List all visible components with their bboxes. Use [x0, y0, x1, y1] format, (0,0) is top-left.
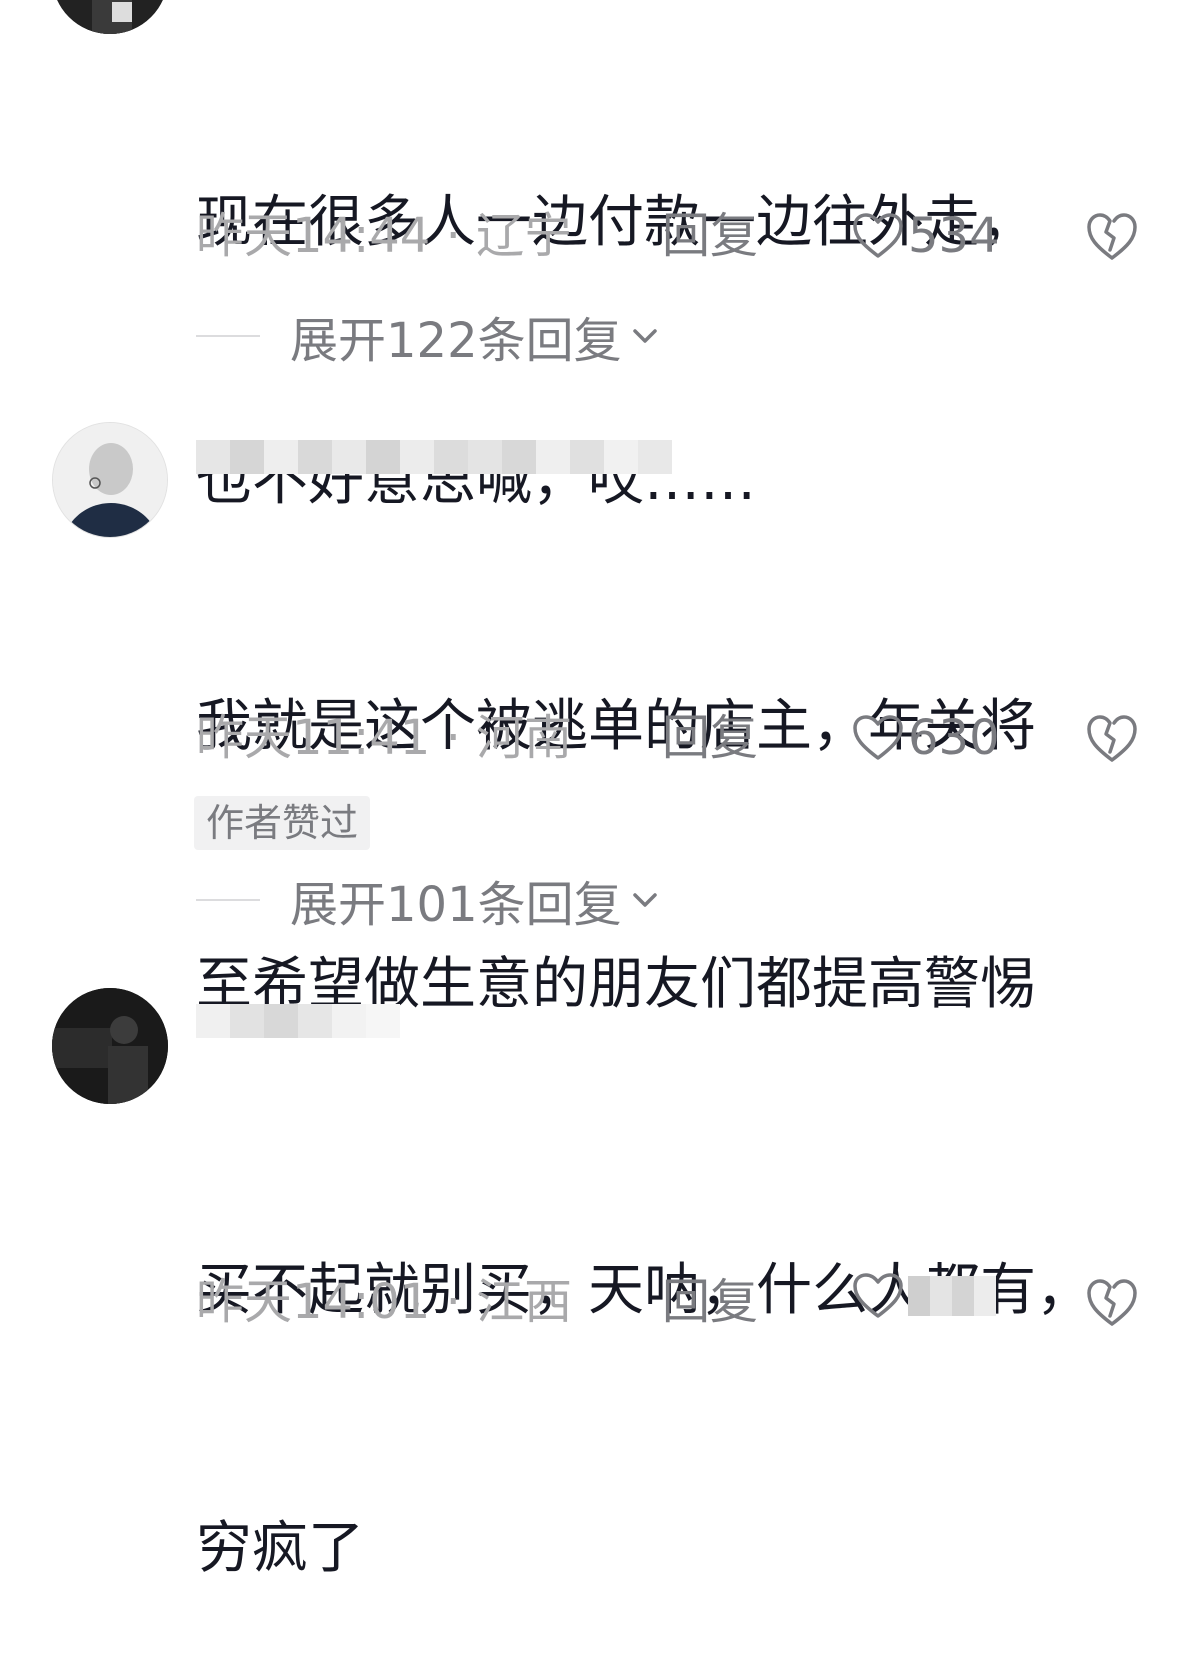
time-location: 昨天14:01 · 江西: [196, 1274, 573, 1330]
avatar-image: [53, 423, 167, 537]
reply-button[interactable]: 回复: [662, 206, 758, 266]
expand-replies-label: 展开122条回复: [290, 313, 622, 369]
like-button[interactable]: 534: [852, 206, 1000, 266]
comment-meta: 昨天14:44 · 辽宁 回复 534: [196, 206, 1156, 266]
chevron-down-icon: [632, 893, 657, 907]
commenter-avatar[interactable]: [52, 988, 168, 1104]
expand-replies-label: 展开101条回复: [290, 877, 622, 933]
comment-line: 穷疯了: [196, 1516, 364, 1581]
time-location: 昨天11:41 · 河南: [196, 710, 573, 766]
reply-button[interactable]: 回复: [662, 1272, 758, 1332]
like-count-obscured: [908, 1276, 996, 1316]
chevron-down-icon: [632, 329, 657, 343]
reply-button[interactable]: 回复: [662, 708, 758, 768]
like-count: 630: [908, 710, 1000, 766]
heart-outline-icon: [853, 1273, 903, 1318]
expand-replies-button[interactable]: 展开101条回复: [196, 870, 662, 933]
broken-heart-icon[interactable]: [1086, 210, 1138, 262]
comment-meta: 昨天14:01 · 江西 回复: [196, 1272, 1156, 1332]
time-location: 昨天14:44 · 辽宁: [196, 208, 573, 264]
username-obscured: [196, 440, 672, 474]
divider-dash: [196, 335, 260, 337]
avatar-image: [52, 988, 168, 1104]
commenter-avatar[interactable]: [52, 422, 168, 538]
broken-heart-icon[interactable]: [1086, 1276, 1138, 1328]
author-liked-badge: 作者赞过: [194, 796, 371, 850]
heart-outline-icon: [853, 715, 903, 760]
like-button[interactable]: [852, 1272, 996, 1320]
like-count: 534: [908, 208, 1000, 264]
commenter-avatar[interactable]: [52, 0, 168, 34]
comment-text: 买不起就别买，天呐，什么人都有， 穷疯了: [196, 1076, 1092, 1678]
comment-meta: 昨天11:41 · 河南 回复 630: [196, 708, 1156, 768]
like-button[interactable]: 630: [852, 708, 1000, 768]
username-obscured: [196, 1004, 400, 1038]
avatar-image: [52, 0, 168, 34]
divider-dash: [196, 899, 260, 901]
broken-heart-icon[interactable]: [1086, 712, 1138, 764]
expand-replies-button[interactable]: 展开122条回复: [196, 306, 662, 369]
heart-outline-icon: [853, 213, 903, 258]
